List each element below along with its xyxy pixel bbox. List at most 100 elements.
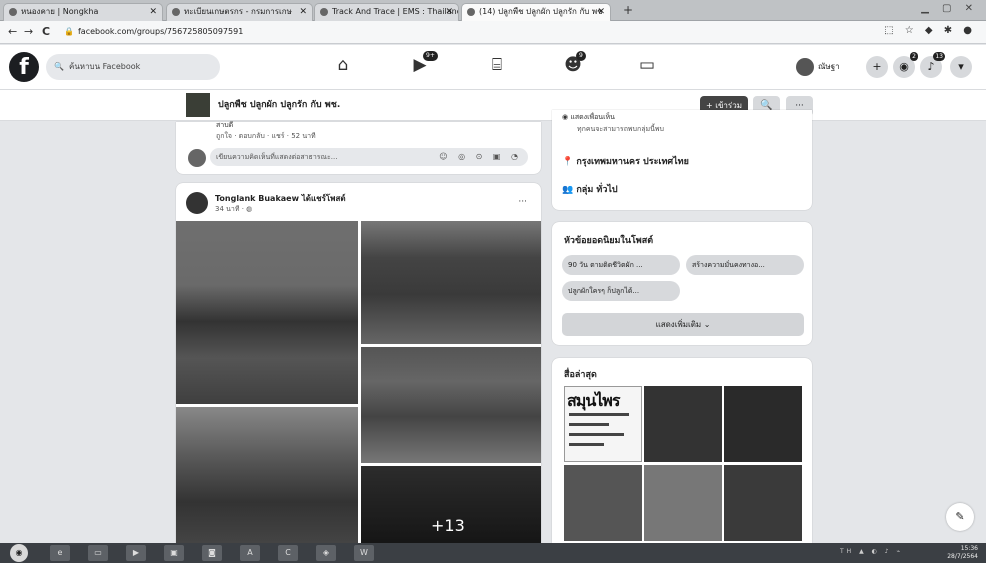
avatar xyxy=(796,57,814,76)
facebook-top-nav: f 🔍 ค้นหาบน Facebook ⌂ ▶ 9+ ⌸ ☻ 9 ▭ ณัษฐา +… xyxy=(0,45,986,90)
video-icon[interactable]: ▶ 9+ xyxy=(405,51,438,75)
groups-icon[interactable]: ☻ 9 xyxy=(558,51,588,75)
post-photo[interactable] xyxy=(176,407,358,543)
facebook-search-input[interactable]: 🔍 ค้นหาบน Facebook xyxy=(46,54,220,80)
visibility-description: ทุกคนจะสามารถพบกลุ่มนี้พบ xyxy=(577,125,664,133)
window-controls[interactable]: ▁ ▢ ✕ xyxy=(921,3,978,14)
avatar xyxy=(188,149,206,167)
bell-icon[interactable]: ♪ 13 xyxy=(920,52,945,78)
post-photo[interactable] xyxy=(361,347,541,463)
address-bar: ← → C 🔒 facebook.com/groups/7567258050975… xyxy=(0,21,986,44)
taskbar-app-icon[interactable]: C xyxy=(278,545,298,561)
close-icon[interactable]: ✕ xyxy=(445,4,453,20)
url-text: facebook.com/groups/756725805097591 xyxy=(77,27,244,36)
taskbar-app-icon[interactable]: W xyxy=(354,545,374,561)
caret-down-icon[interactable]: ▾ xyxy=(950,56,972,78)
avatar[interactable] xyxy=(186,192,208,214)
group-cover-thumbnail[interactable] xyxy=(186,93,210,117)
notification-badge: 9+ xyxy=(423,51,438,61)
facebook-logo-icon[interactable]: f xyxy=(9,52,39,82)
poster-line xyxy=(569,413,629,416)
media-thumbnail[interactable] xyxy=(644,465,722,541)
gaming-icon[interactable]: ▭ xyxy=(632,55,662,75)
topic-chip[interactable]: สร้างความมั่นคงทางอ... xyxy=(686,255,804,275)
forward-arrow-icon[interactable]: → xyxy=(24,25,33,38)
topic-chip[interactable]: 90 วัน ตามติดชีวิตผัก ... xyxy=(562,255,680,275)
media-thumbnail[interactable]: สมุนไพร xyxy=(564,386,642,462)
group-category: 👥 กลุ่ม ทั่วไป xyxy=(562,185,618,195)
more-options-icon[interactable]: ··· xyxy=(518,197,527,207)
os-taskbar: ◉ e ▭ ▶ ▣ ◙ A C ◈ W TH ▲ ◐ ♪ ⌁ 15:36 28/… xyxy=(0,543,986,563)
taskbar-app-icon[interactable]: ◈ xyxy=(316,545,336,561)
profile-name: ณัษฐา xyxy=(818,62,840,71)
comment-placeholder: เขียนความคิดเห็นที่แสดงต่อสาธารณะ... xyxy=(216,153,338,161)
browser-tab-strip: หนองคาย | Nongkha ✕ ทะเบียนเกษตรกร - กรม… xyxy=(0,0,986,21)
home-icon[interactable]: ⌂ xyxy=(328,55,358,75)
tab-title: ทะเบียนเกษตรกร - กรมการเกษ xyxy=(184,7,292,16)
system-tray[interactable]: TH ▲ ◐ ♪ ⌁ xyxy=(840,548,903,555)
post-timestamp[interactable]: 34 นาที · ◍ xyxy=(215,204,252,215)
poster-title: สมุนไพร xyxy=(567,391,620,410)
taskbar-app-icon[interactable]: e xyxy=(50,545,70,561)
more-photos-overlay[interactable]: +13 xyxy=(361,466,541,543)
system-clock[interactable]: 15:36 28/7/2564 xyxy=(947,545,978,561)
plus-icon[interactable]: + xyxy=(866,56,888,78)
tab-title: Track And Trace | EMS : Thailand xyxy=(332,7,459,16)
search-placeholder: ค้นหาบน Facebook xyxy=(68,62,141,71)
people-icon: 👥 xyxy=(562,185,574,195)
post-photo[interactable] xyxy=(176,221,358,404)
taskbar-app-icon[interactable]: ▭ xyxy=(88,545,108,561)
comment-actions[interactable]: ถูกใจ · ตอบกลับ · แชร์ · 52 นาที xyxy=(216,131,316,142)
taskbar-app-icon[interactable]: ◙ xyxy=(202,545,222,561)
media-thumbnail[interactable] xyxy=(724,465,802,541)
more-photos-count: +13 xyxy=(431,516,465,535)
new-message-icon[interactable]: ✎ xyxy=(946,503,974,531)
tab-favicon-icon xyxy=(320,8,328,16)
notification-badge: 13 xyxy=(933,52,945,61)
taskbar-app-icon[interactable]: ▣ xyxy=(164,545,184,561)
browser-tab-active[interactable]: (14) ปลูกพืช ปลูกผัก ปลูกรัก กับ พช ✕ xyxy=(461,3,611,21)
browser-tab[interactable]: หนองคาย | Nongkha ✕ xyxy=(3,3,163,21)
location-pin-icon: 📍 xyxy=(562,157,574,167)
media-thumbnail[interactable] xyxy=(724,386,802,462)
profile-shortcut[interactable]: ณัษฐา xyxy=(796,57,840,77)
recent-media-card: สื่อล่าสุด สมุนไพร xyxy=(552,358,812,543)
close-icon[interactable]: ✕ xyxy=(149,4,157,20)
new-tab-button[interactable]: + xyxy=(623,3,633,17)
section-title: สื่อล่าสุด xyxy=(564,370,597,380)
reload-icon[interactable]: C xyxy=(42,25,50,38)
tab-title: (14) ปลูกพืช ปลูกผัก ปลูกรัก กับ พช xyxy=(479,7,603,16)
topic-chip[interactable]: ปลูกผักใครๆ ก็ปลูกได้... xyxy=(562,281,680,301)
browser-tab[interactable]: ทะเบียนเกษตรกร - กรมการเกษ ✕ xyxy=(166,3,313,21)
extension-icons[interactable]: ⬚ ☆ ◆ ✱ ● xyxy=(884,25,976,36)
group-location: 📍 กรุงเทพมหานคร ประเทศไทย xyxy=(562,157,689,167)
close-icon[interactable]: ✕ xyxy=(299,4,307,20)
comment-attachment-icons[interactable]: ☺ ◎ ⊙ ▣ ◔ xyxy=(439,148,522,166)
see-more-button[interactable]: แสดงเพิ่มเติม ⌄ xyxy=(562,313,804,336)
start-button[interactable]: ◉ xyxy=(10,544,28,562)
post-photo[interactable] xyxy=(361,221,541,344)
group-post: Tonglank Buakaew ได้แชร์โพสต์ 34 นาที · … xyxy=(176,183,541,543)
messenger-icon[interactable]: ◉ 2 xyxy=(893,52,918,78)
poster-line xyxy=(569,433,624,436)
group-header: ปลูกพืช ปลูกผัก ปลูกรัก กับ พช. + เข้าร่… xyxy=(0,90,986,121)
group-name[interactable]: ปลูกพืช ปลูกผัก ปลูกรัก กับ พช. xyxy=(218,97,340,111)
taskbar-app-icon[interactable]: A xyxy=(240,545,260,561)
browser-tab[interactable]: Track And Trace | EMS : Thailand ✕ xyxy=(314,3,459,21)
tab-favicon-icon xyxy=(467,8,475,16)
url-field[interactable]: 🔒 facebook.com/groups/756725805097591 xyxy=(64,24,864,40)
tab-favicon-icon xyxy=(172,8,180,16)
comment-input[interactable]: เขียนความคิดเห็นที่แสดงต่อสาธารณะ... ☺ ◎… xyxy=(210,148,528,166)
close-icon[interactable]: ✕ xyxy=(597,4,605,20)
poster-line xyxy=(569,423,609,426)
visibility-title: ◉ แสดงเพื่อนเห็น xyxy=(562,113,615,121)
taskbar-app-icon[interactable]: ▶ xyxy=(126,545,146,561)
media-thumbnail[interactable] xyxy=(564,465,642,541)
clock-time: 15:36 xyxy=(960,545,978,552)
tab-title: หนองคาย | Nongkha xyxy=(21,7,99,16)
notification-badge: 9 xyxy=(576,51,586,61)
media-thumbnail[interactable] xyxy=(644,386,722,462)
marketplace-icon[interactable]: ⌸ xyxy=(482,55,512,75)
lock-icon: 🔒 xyxy=(64,27,74,36)
back-arrow-icon[interactable]: ← xyxy=(8,25,17,38)
